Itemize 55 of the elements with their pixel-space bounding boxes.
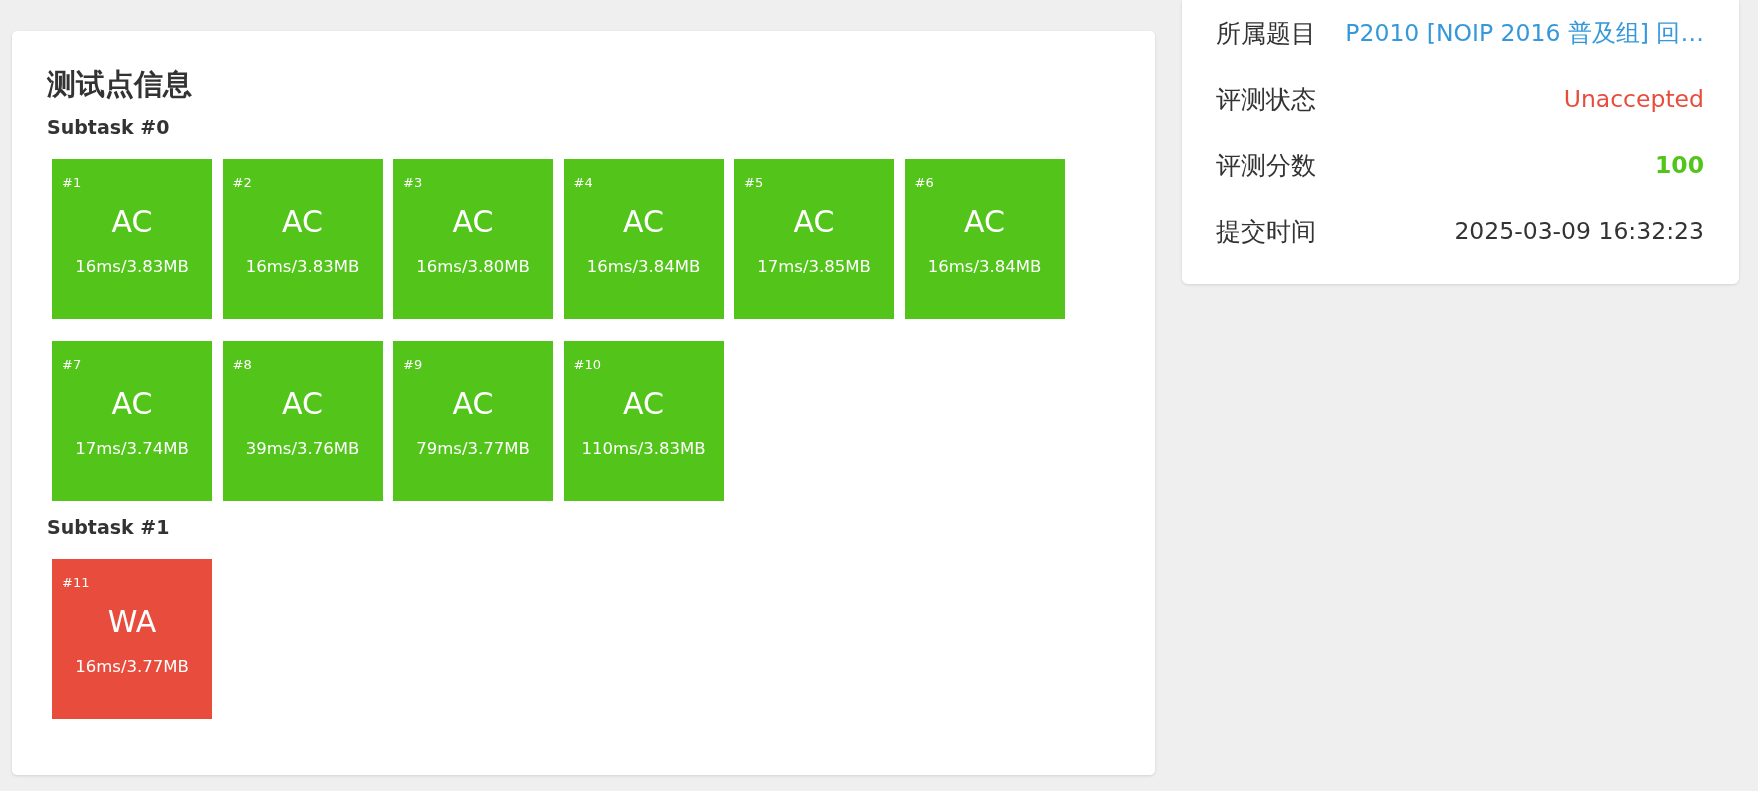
test-case-tile[interactable]: #6 AC 16ms/3.84MB <box>904 159 1065 319</box>
test-case-verdict: AC <box>452 204 494 240</box>
test-case-tile[interactable]: #2 AC 16ms/3.83MB <box>222 159 383 319</box>
test-case-verdict: AC <box>452 386 494 422</box>
test-case-number: #5 <box>744 175 764 191</box>
test-case-number: #7 <box>62 357 82 373</box>
test-case-tile[interactable]: #7 AC 17ms/3.74MB <box>52 341 212 501</box>
test-case-tile[interactable]: #8 AC 39ms/3.76MB <box>222 341 383 501</box>
test-case-verdict: AC <box>623 204 664 240</box>
test-case-tile[interactable]: #10 AC 110ms/3.83MB <box>563 341 724 501</box>
test-case-number: #11 <box>62 575 90 591</box>
test-case-usage: 16ms/3.84MB <box>586 256 701 278</box>
test-case-verdict: AC <box>111 386 153 422</box>
subtask-title: Subtask #0 <box>47 115 171 139</box>
test-case-tile[interactable]: #4 AC 16ms/3.84MB <box>563 159 724 319</box>
test-case-verdict: AC <box>282 204 323 240</box>
test-case-usage: 16ms/3.84MB <box>927 256 1042 278</box>
test-case-usage: 16ms/3.80MB <box>416 256 530 278</box>
test-case-number: #1 <box>62 175 82 191</box>
test-case-usage: 17ms/3.74MB <box>75 438 189 460</box>
test-case-usage: 16ms/3.83MB <box>245 256 360 278</box>
info-label: 评测状态 <box>1216 83 1316 116</box>
test-case-usage: 79ms/3.77MB <box>416 438 530 460</box>
test-case-number: #10 <box>573 357 601 373</box>
judge-score: 100 <box>1654 151 1704 179</box>
test-case-tile[interactable]: #1 AC 16ms/3.83MB <box>52 159 212 319</box>
test-case-number: #6 <box>914 175 934 191</box>
test-case-number: #4 <box>573 175 593 191</box>
judge-status: Unaccepted <box>1563 85 1704 113</box>
info-label: 评测分数 <box>1216 149 1316 182</box>
test-case-verdict: AC <box>282 386 323 422</box>
test-case-usage: 110ms/3.83MB <box>581 438 706 460</box>
test-case-tile[interactable]: #11 WA 16ms/3.77MB <box>52 559 212 719</box>
test-case-usage: 16ms/3.77MB <box>75 656 189 678</box>
test-case-verdict: AC <box>111 204 153 240</box>
info-label: 所属题目 <box>1216 17 1316 50</box>
test-case-number: #9 <box>403 357 423 373</box>
card-title: 测试点信息 <box>47 66 193 103</box>
test-case-verdict: AC <box>623 386 664 422</box>
test-case-tile[interactable]: #9 AC 79ms/3.77MB <box>393 341 553 501</box>
test-case-verdict: AC <box>964 204 1005 240</box>
test-case-usage: 39ms/3.76MB <box>245 438 360 460</box>
test-case-number: #8 <box>232 357 252 373</box>
test-case-usage: 16ms/3.83MB <box>75 256 189 278</box>
test-case-verdict: AC <box>793 204 835 240</box>
test-case-number: #3 <box>403 175 423 191</box>
test-case-number: #2 <box>232 175 252 191</box>
test-case-tile[interactable]: #5 AC 17ms/3.85MB <box>734 159 894 319</box>
submission-time: 2025-03-09 16:32:23 <box>1454 217 1704 245</box>
test-case-usage: 17ms/3.85MB <box>757 256 871 278</box>
subtask-title: Subtask #1 <box>47 515 171 539</box>
problem-link[interactable]: P2010 [NOIP 2016 普及组] 回… <box>1345 17 1704 49</box>
test-case-verdict: WA <box>107 604 157 640</box>
info-label: 提交时间 <box>1216 215 1316 248</box>
test-case-tile[interactable]: #3 AC 16ms/3.80MB <box>393 159 553 319</box>
